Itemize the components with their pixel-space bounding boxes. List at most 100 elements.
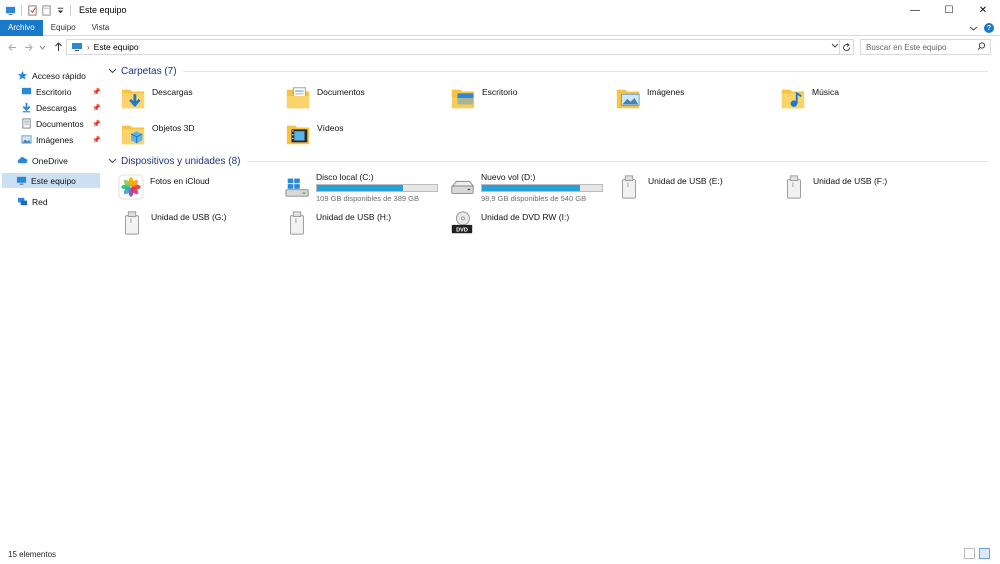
help-icon[interactable]: ? [984, 23, 994, 33]
view-switcher [964, 548, 990, 559]
tile-label: Unidad de USB (H:) [316, 212, 392, 222]
chevron-down-icon[interactable] [969, 24, 978, 33]
group-title: Carpetas (7) [121, 65, 177, 77]
minimize-button[interactable]: — [898, 0, 932, 20]
folder-tile[interactable]: Vídeos [285, 120, 343, 152]
nav-item-este-equipo[interactable]: Este equipo [2, 173, 100, 188]
dvd-drive-tile-i[interactable]: DVD Unidad de DVD RW (I:) [449, 209, 569, 241]
nav-label: Este equipo [31, 175, 76, 186]
cloud-icon [17, 157, 28, 164]
nav-label: Documentos [36, 118, 84, 129]
folder-tile[interactable]: Música [780, 84, 839, 116]
forward-button[interactable] [22, 38, 34, 56]
folder-tile[interactable]: Escritorio [450, 84, 517, 116]
tile-label: Unidad de USB (F:) [813, 176, 888, 186]
drive-info: Nuevo vol (D:) 98,9 GB disponibles de 54… [481, 172, 603, 203]
usb-drive-tile-f[interactable]: Unidad de USB (F:) [781, 173, 887, 205]
breadcrumb-este-equipo[interactable]: Este equipo [94, 42, 139, 52]
usb-drive-tile-e[interactable]: Unidad de USB (E:) [616, 173, 723, 205]
group-header-devices[interactable]: Dispositivos y unidades (8) [108, 154, 988, 168]
item-count: 15 elementos [8, 549, 57, 559]
title-bar: Este equipo — ☐ ✕ [0, 0, 1000, 20]
tile-label: Objetos 3D [152, 123, 195, 133]
drive-free-space: 98,9 GB disponibles de 540 GB [481, 194, 587, 203]
pictures-folder-icon [616, 89, 640, 109]
chevron-down-icon [108, 68, 117, 74]
nav-label: Red [32, 196, 48, 207]
close-button[interactable]: ✕ [966, 0, 1000, 20]
up-button[interactable] [52, 38, 64, 56]
search-placeholder: Buscar en Este equipo [866, 42, 947, 52]
drive-usage-fill [317, 185, 404, 191]
tile-label: Unidad de DVD RW (I:) [481, 212, 570, 222]
nav-item-documentos[interactable]: Documentos [21, 116, 84, 131]
tile-label: Vídeos [317, 123, 344, 133]
usb-drive-icon [787, 175, 801, 199]
search-icon [977, 42, 986, 51]
properties-icon[interactable] [27, 4, 38, 16]
nav-label: OneDrive [32, 155, 68, 166]
group-header-folders[interactable]: Carpetas (7) [108, 64, 988, 78]
tab-archivo[interactable]: Archivo [0, 19, 43, 36]
address-dropdown-icon[interactable] [831, 41, 839, 49]
ribbon-right-controls: ? [969, 20, 994, 36]
details-view-icon[interactable] [964, 548, 975, 559]
new-folder-icon[interactable] [41, 4, 52, 16]
chevron-down-small-icon [39, 45, 45, 50]
maximize-button[interactable]: ☐ [932, 0, 966, 20]
system-drive-icon [285, 178, 309, 197]
nav-label: Escritorio [36, 86, 72, 97]
search-input[interactable]: Buscar en Este equipo [860, 39, 991, 55]
usb-drive-tile-h[interactable]: Unidad de USB (H:) [284, 209, 391, 241]
nav-item-escritorio[interactable]: Escritorio [21, 84, 71, 99]
pin-icon[interactable]: 📌 [92, 104, 101, 112]
large-icons-view-icon[interactable] [979, 548, 990, 559]
dvd-drive-icon: DVD [451, 211, 473, 233]
address-bar[interactable]: › Este equipo [66, 39, 854, 55]
drive-tile-c[interactable]: Disco local (C:) 109 GB disponibles de 3… [284, 172, 438, 204]
folder-tile[interactable]: Documentos [285, 84, 365, 116]
folder-tile[interactable]: Objetos 3D [120, 120, 195, 152]
breadcrumb-separator: › [87, 42, 90, 52]
drive-info: Disco local (C:) 109 GB disponibles de 3… [316, 172, 438, 203]
quick-access-toolbar [0, 0, 66, 20]
nav-item-descargas[interactable]: Descargas [21, 100, 77, 115]
usb-drive-tile-g[interactable]: Unidad de USB (G:) [119, 209, 227, 241]
group-divider [246, 160, 988, 162]
refresh-icon [843, 42, 851, 51]
tile-label: Documentos [317, 87, 365, 97]
computer-icon[interactable] [5, 5, 16, 16]
nav-item-quick-access[interactable]: Acceso rápido [17, 68, 86, 83]
arrow-left-icon [7, 43, 16, 51]
tile-label: Música [812, 87, 839, 97]
arrow-right-icon [24, 43, 33, 51]
folder-tile[interactable]: Imágenes [615, 84, 684, 116]
nav-item-onedrive[interactable]: OneDrive [17, 153, 68, 168]
star-icon [17, 70, 28, 80]
back-button[interactable] [6, 38, 18, 56]
videos-folder-icon [286, 125, 310, 145]
nav-label: Imágenes [36, 134, 74, 145]
customize-toolbar-icon[interactable] [55, 5, 66, 16]
pin-icon[interactable]: 📌 [92, 136, 101, 144]
icloud-photos-tile[interactable]: Fotos en iCloud [118, 173, 210, 205]
tile-label: Fotos en iCloud [150, 176, 210, 186]
nav-item-imagenes[interactable]: Imágenes [21, 132, 73, 147]
pin-icon[interactable]: 📌 [92, 120, 101, 128]
pin-icon[interactable]: 📌 [92, 88, 101, 96]
nav-item-red[interactable]: Red [17, 194, 48, 209]
recent-locations-button[interactable] [36, 38, 48, 56]
drive-label: Disco local (C:) [316, 172, 374, 182]
refresh-button[interactable] [839, 39, 853, 55]
tab-vista[interactable]: Vista [84, 20, 118, 36]
group-title: Dispositivos y unidades (8) [121, 155, 241, 167]
group-divider [182, 70, 988, 72]
ribbon-tabs: Archivo Equipo Vista ? [0, 19, 1000, 36]
tab-equipo[interactable]: Equipo [43, 20, 84, 36]
tile-label: Unidad de USB (E:) [648, 176, 723, 186]
nav-label: Descargas [36, 102, 77, 113]
drive-tile-d[interactable]: Nuevo vol (D:) 98,9 GB disponibles de 54… [449, 172, 603, 204]
folder-tile[interactable]: Descargas [120, 84, 193, 116]
content-pane: Carpetas (7) Descargas Documentos Escrit… [104, 60, 994, 540]
desktop-folder-icon [451, 89, 475, 109]
